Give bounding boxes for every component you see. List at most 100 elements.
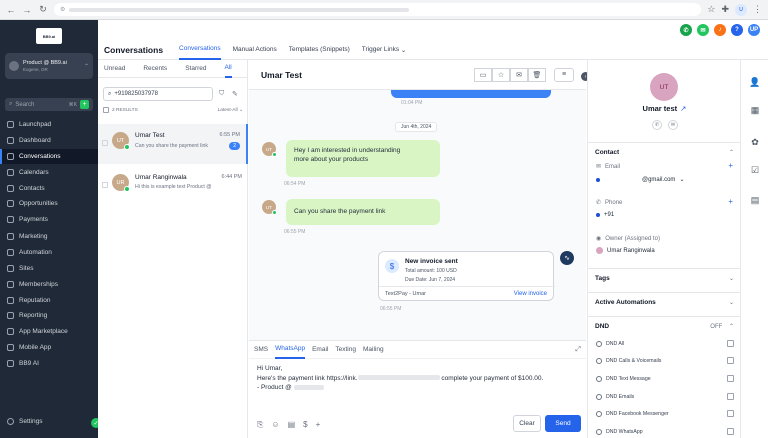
browser-profile-avatar[interactable]: U [735, 3, 747, 16]
mail-icon[interactable]: ✉ [668, 120, 678, 130]
tasks-icon[interactable]: ☑ [749, 164, 761, 176]
tab-mailing[interactable]: Mailing [363, 346, 384, 353]
dollar-icon[interactable]: $ [303, 420, 307, 430]
announcement-icon[interactable]: ✉ [697, 24, 709, 36]
conversation-search-input[interactable]: ⌕ +919825037978 [103, 87, 213, 101]
emoji-icon[interactable]: ☺ [271, 420, 279, 430]
reload-icon[interactable]: ↻ [38, 4, 48, 15]
expand-icon[interactable]: ⤢ [575, 346, 581, 354]
clear-button[interactable]: Clear [513, 415, 541, 432]
invoice-source: Text2Pay - Umar [385, 291, 426, 297]
sidebar-search[interactable]: ⌕ Search ⌘K + [5, 98, 93, 111]
browser-menu-icon[interactable]: ⋮ [753, 4, 762, 15]
sidebar-item-sites[interactable]: Sites [0, 261, 98, 277]
tab-manual-actions[interactable]: Manual Actions [233, 40, 277, 60]
sidebar-item-contacts[interactable]: Contacts [0, 180, 98, 196]
extensions-icon[interactable]: ✚ [721, 4, 729, 15]
mail-open-icon[interactable]: ✉ [510, 67, 528, 82]
dnd-checkbox[interactable] [727, 393, 734, 400]
phone-icon[interactable]: ✆ [652, 120, 662, 130]
folder-icon[interactable]: ▭ [474, 67, 492, 82]
sidebar-item-reporting[interactable]: Reporting [0, 308, 98, 324]
sidebar-item-conversations[interactable]: Conversations [0, 148, 98, 165]
user-avatar[interactable]: UP [748, 24, 760, 36]
conversation-time: 6:55 PM [219, 132, 240, 138]
phone-value[interactable]: +91 [596, 212, 614, 218]
section-header[interactable]: Tags ⌄ [588, 269, 741, 287]
star-icon [7, 296, 14, 304]
contact-icon[interactable]: 👤 [749, 76, 761, 88]
sidebar-item-calendars[interactable]: Calendars [0, 164, 98, 180]
compose-icon[interactable]: ✎ [232, 90, 238, 98]
tab-conversations[interactable]: Conversations [179, 40, 221, 60]
back-icon[interactable]: ← [6, 5, 16, 15]
add-phone-icon[interactable]: + [728, 197, 733, 206]
send-button[interactable]: Send [545, 415, 581, 432]
select-all-checkbox[interactable] [103, 107, 109, 113]
sidebar-item-memberships[interactable]: Memberships [0, 276, 98, 292]
filter-lines-icon[interactable]: ≡ [554, 67, 574, 82]
tab-unread[interactable]: Unread [104, 65, 125, 72]
tab-all[interactable]: All [224, 60, 232, 78]
dnd-checkbox[interactable] [727, 340, 734, 347]
conversation-checkbox[interactable] [102, 140, 108, 146]
sort-dropdown[interactable]: Latest-All ⌄ [218, 108, 243, 113]
attachment-icon[interactable]: ⎘ [257, 420, 263, 430]
email-value[interactable]: @gmail.com ⌄ [596, 176, 684, 183]
sidebar-item-marketing[interactable]: Marketing [0, 229, 98, 245]
forward-icon[interactable]: → [22, 5, 32, 15]
dnd-checkbox[interactable] [727, 410, 734, 417]
section-header[interactable]: Active Automations ⌄ [588, 293, 741, 311]
dnd-checkbox[interactable] [727, 357, 734, 364]
sort-label: Latest-All [217, 107, 238, 113]
message-textarea[interactable]: Hi Umar, Here's the payment link https:/… [257, 364, 582, 393]
sidebar-item-opportunities[interactable]: Opportunities [0, 196, 98, 212]
section-header[interactable]: DND OFF ⌃ [588, 317, 741, 335]
external-link-icon[interactable]: ↗ [680, 104, 686, 113]
tab-templates[interactable]: Templates (Snippets) [289, 40, 350, 60]
tab-starred[interactable]: Starred [185, 65, 206, 72]
phone-icon[interactable]: ✆ [680, 24, 692, 36]
dnd-checkbox[interactable] [727, 375, 734, 382]
dnd-checkbox[interactable] [727, 428, 734, 435]
filter-icon[interactable]: ⛉ [219, 90, 224, 98]
help-icon[interactable]: ? [731, 24, 743, 36]
tab-email[interactable]: Email [312, 346, 328, 353]
sidebar-item-mobile-app[interactable]: Mobile App [0, 340, 98, 356]
quick-add-button[interactable]: + [80, 100, 89, 109]
tab-texting[interactable]: Texting [335, 346, 356, 353]
notification-bell-icon[interactable]: ♪ [714, 24, 726, 36]
address-bar[interactable]: ⚙ [54, 3, 702, 16]
integrations-icon[interactable]: ✿ [749, 136, 761, 148]
conversation-item[interactable]: UR Umar Ranginwala 6:44 PM Hi this is exa… [98, 166, 248, 206]
bookmark-star-icon[interactable]: ☆ [707, 4, 715, 15]
sidebar-item-automation[interactable]: Automation [0, 245, 98, 261]
trash-icon[interactable]: 🗑 [528, 67, 546, 82]
tab-trigger-links[interactable]: Trigger Links ⌄ [362, 40, 407, 60]
tab-whatsapp[interactable]: WhatsApp [275, 341, 306, 359]
tab-recents[interactable]: Recents [143, 65, 167, 72]
sidebar-item-launchpad[interactable]: Launchpad [0, 117, 98, 133]
sidebar-item-bb9-ai[interactable]: BB9 AI [0, 355, 98, 371]
sidebar-item-dashboard[interactable]: Dashboard [0, 133, 98, 149]
document-icon[interactable]: ▤ [288, 420, 296, 430]
conversation-checkbox[interactable] [102, 182, 108, 188]
sidebar-item-payments[interactable]: Payments [0, 212, 98, 228]
sidebar-item-settings[interactable]: Settings [7, 418, 43, 425]
tab-sms[interactable]: SMS [254, 346, 268, 353]
plus-icon[interactable]: + [316, 420, 321, 430]
account-switcher[interactable]: Product @ BB9.ai Eugene, OR ⌃ [5, 53, 93, 79]
star-icon[interactable]: ☆ [492, 67, 510, 82]
dnd-row: DND All [596, 340, 734, 347]
view-invoice-link[interactable]: View invoice [514, 291, 547, 297]
section-header[interactable]: Contact ⌃ [588, 143, 741, 161]
conversation-item[interactable]: UT Umar Test 6:55 PM Can you share the pa… [98, 124, 248, 164]
sidebar-item-reputation[interactable]: Reputation [0, 292, 98, 308]
owner-label: ◉ Owner (Assigned to) [596, 235, 660, 243]
owner-select[interactable]: Umar Ranginwala [596, 247, 734, 254]
add-email-icon[interactable]: + [728, 161, 733, 170]
site-info-icon[interactable]: ⚙ [60, 6, 65, 13]
calendar-icon[interactable]: ▦ [749, 104, 761, 116]
notes-icon[interactable]: ▤ [749, 194, 761, 206]
sidebar-item-app-marketplace[interactable]: App Marketplace [0, 324, 98, 340]
